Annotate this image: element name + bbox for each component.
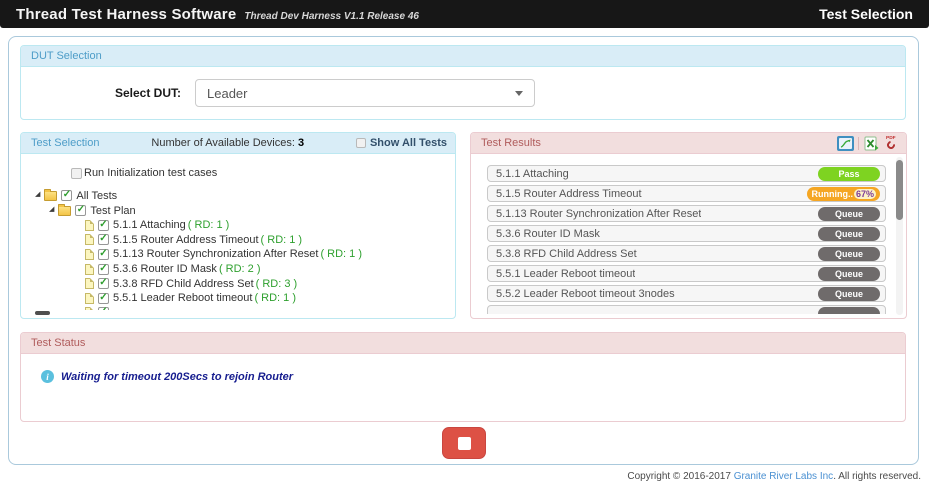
file-icon [85,220,94,231]
file-icon [85,307,94,309]
tree-item-checkbox[interactable] [98,278,109,289]
chart-icon[interactable] [837,136,854,151]
result-row-partial [487,305,886,314]
run-init-row: Run Initialization test cases [21,165,455,181]
company-link[interactable]: Granite River Labs Inc [734,471,834,482]
test-results-title: Test Results [481,137,541,149]
status-badge-queue: Queue [818,227,880,241]
test-selection-panel: Test Selection Number of Available Devic… [20,132,456,319]
stop-button[interactable] [442,427,486,459]
chevron-down-icon [515,91,523,96]
status-message: Waiting for timeout 200Secs to rejoin Ro… [61,371,293,383]
stop-icon [458,437,471,450]
icon-divider [858,137,859,150]
dut-select[interactable]: Leader [195,79,535,107]
test-tree: Run Initialization test cases All Tests … [21,154,455,318]
file-icon [85,264,94,275]
tree-item[interactable]: 5.1.5 Router Address Timeout( RD: 1 ) [21,233,455,248]
status-badge-queue [818,307,880,315]
status-badge-queue: Queue [818,287,880,301]
main-container: DUT Selection Select DUT: Leader Test Se… [8,36,919,465]
excel-export-icon[interactable] [863,136,880,151]
status-badge-running: Running..67% [807,187,880,201]
available-devices-count: Number of Available Devices: 3 [151,137,304,149]
app-header: Thread Test Harness Software Thread Dev … [0,0,929,28]
tree-node-all-tests[interactable]: All Tests [21,188,455,203]
status-badge-queue: Queue [818,207,880,221]
result-row[interactable]: 5.1.1 Attaching Pass [487,165,886,182]
folder-icon [44,191,57,201]
dut-panel-title: DUT Selection [31,50,102,62]
dut-panel-header: DUT Selection [21,46,905,67]
status-badge-pass: Pass [818,167,880,181]
file-icon [85,293,94,304]
tree-item-checkbox[interactable] [98,264,109,275]
export-icons: PDF [837,136,900,151]
file-icon [85,249,94,260]
result-row[interactable]: 5.5.1 Leader Reboot timeout Queue [487,265,886,282]
progress-percent: 67% [854,189,876,199]
status-badge-queue: Queue [818,267,880,281]
folder-icon [58,206,71,216]
tree-item-checkbox[interactable] [98,234,109,245]
result-row[interactable]: 5.1.5 Router Address Timeout Running..67… [487,185,886,202]
test-results-list: 5.1.1 Attaching Pass 5.1.5 Router Addres… [471,154,906,318]
test-selection-title: Test Selection [31,137,99,149]
dut-select-value: Leader [207,86,247,101]
tree-item-checkbox[interactable] [98,293,109,304]
app-window: Thread Test Harness Software Thread Dev … [0,0,929,487]
dut-selection-panel: DUT Selection Select DUT: Leader [20,45,906,120]
test-status-header: Test Status [21,333,905,354]
test-results-panel: Test Results [470,132,907,319]
test-status-panel: Test Status Waiting for timeout 200Secs … [20,332,906,422]
result-row[interactable]: 5.5.2 Leader Reboot timeout 3nodes Queue [487,285,886,302]
app-title: Thread Test Harness Software [16,6,236,23]
show-all-tests-control: Show All Tests [356,137,447,149]
horizontal-scrollbar-thumb[interactable] [35,311,50,315]
show-all-tests-checkbox[interactable] [356,138,366,148]
tree-collapse-icon[interactable] [35,191,40,198]
page-title: Test Selection [819,6,913,22]
result-row[interactable]: 5.1.13 Router Synchronization After Rese… [487,205,886,222]
tree-item[interactable]: 5.3.8 RFD Child Address Set( RD: 3 ) [21,276,455,291]
pdf-export-icon[interactable]: PDF [884,136,900,151]
copyright-footer: Copyright © 2016-2017 Granite River Labs… [627,471,921,482]
show-all-tests-label: Show All Tests [370,137,447,149]
file-icon [85,234,94,245]
tree-node-checkbox[interactable] [61,190,72,201]
test-results-header: Test Results [471,133,906,154]
tree-item-checkbox [98,307,109,309]
tree-collapse-icon[interactable] [49,206,54,213]
test-selection-header: Test Selection Number of Available Devic… [21,133,455,154]
tree-item-checkbox[interactable] [98,220,109,231]
run-init-checkbox[interactable] [71,168,82,179]
tree-node-checkbox[interactable] [75,205,86,216]
run-init-label: Run Initialization test cases [84,167,217,179]
tree-node-test-plan[interactable]: Test Plan [21,203,455,218]
app-subtitle: Thread Dev Harness V1.1 Release 46 [244,11,419,22]
vertical-scrollbar-thumb[interactable] [896,160,903,220]
tree-item[interactable]: 5.3.6 Router ID Mask( RD: 2 ) [21,262,455,277]
dut-panel-body: Select DUT: Leader [21,67,905,119]
tree-item-partial [21,306,455,310]
tree-item[interactable]: 5.1.13 Router Synchronization After Rese… [21,247,455,262]
test-status-body: Waiting for timeout 200Secs to rejoin Ro… [21,354,905,383]
tree-item-checkbox[interactable] [98,249,109,260]
file-icon [85,278,94,289]
tree-item[interactable]: 5.1.1 Attaching( RD: 1 ) [21,218,455,233]
test-status-title: Test Status [31,337,85,349]
select-dut-label: Select DUT: [21,86,181,100]
status-badge-queue: Queue [818,247,880,261]
result-row[interactable]: 5.3.6 Router ID Mask Queue [487,225,886,242]
info-icon [41,370,54,383]
result-row[interactable]: 5.3.8 RFD Child Address Set Queue [487,245,886,262]
tree-item[interactable]: 5.5.1 Leader Reboot timeout( RD: 1 ) [21,291,455,306]
